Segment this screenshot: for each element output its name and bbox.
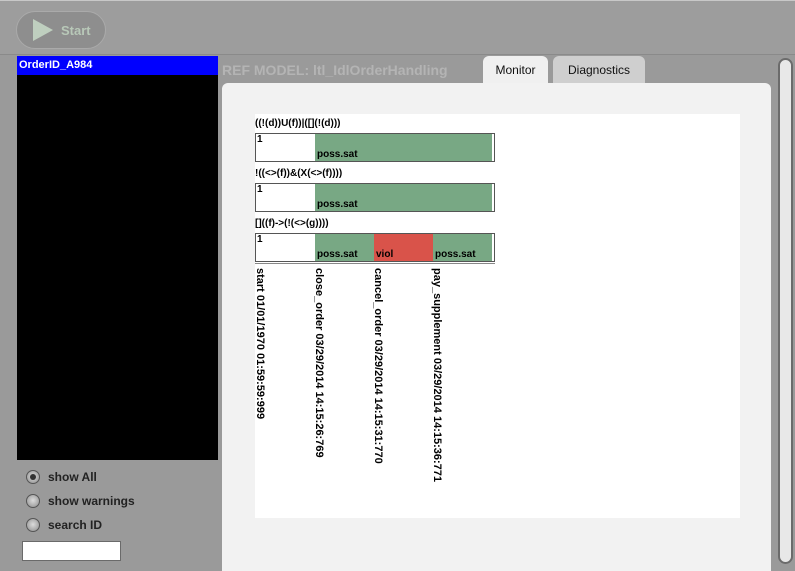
formula-timeline: 1 poss.sat xyxy=(255,133,495,162)
status-label: poss.sat xyxy=(317,249,358,260)
search-id-radio[interactable]: search ID xyxy=(26,515,102,535)
formula-label: !((<>(f))&(X(<>(f)))) xyxy=(255,168,343,179)
formula-timeline: 1 poss.sat viol poss.sat xyxy=(255,233,495,262)
status-segment: poss.sat xyxy=(433,234,492,261)
status-segment: viol xyxy=(374,234,433,261)
radio-icon[interactable] xyxy=(26,518,40,532)
order-list[interactable]: OrderID_A984 xyxy=(17,56,218,460)
event-label: start 01/01/1970 01:59:59:999 xyxy=(254,268,266,420)
show-warnings-radio[interactable]: show warnings xyxy=(26,491,135,511)
event-label: cancel_order 03/29/2014 14:15:31:770 xyxy=(372,268,384,464)
status-label: viol xyxy=(376,249,394,260)
status-segment: poss.sat xyxy=(315,234,374,261)
vertical-scrollbar[interactable] xyxy=(778,58,793,564)
show-all-radio[interactable]: show All xyxy=(26,467,97,487)
event-label: pay_supplement 03/29/2014 14:15:36:771 xyxy=(431,268,443,483)
status-label: poss.sat xyxy=(317,149,358,160)
order-list-item[interactable]: OrderID_A984 xyxy=(17,56,218,75)
ref-model-title: REF MODEL: ltl_IdlOrderHandling xyxy=(222,62,448,78)
toolbar: Start xyxy=(0,0,795,55)
status-segment: poss.sat xyxy=(315,184,492,211)
row-id: 1 xyxy=(257,134,263,145)
show-all-label: show All xyxy=(48,470,97,484)
row-id: 1 xyxy=(257,184,263,195)
play-icon xyxy=(33,19,53,41)
formula-label: []((f)->(!(<>(g)))) xyxy=(255,218,329,229)
status-label: poss.sat xyxy=(435,249,476,260)
event-label: close_order 03/29/2014 14:15:26:769 xyxy=(313,268,325,458)
start-button-label: Start xyxy=(61,22,91,38)
row-id: 1 xyxy=(257,234,263,245)
status-label: poss.sat xyxy=(317,199,358,210)
timeline-axis xyxy=(255,263,495,264)
search-id-input[interactable] xyxy=(22,541,121,561)
sidebar: OrderID_A984 show All show warnings sear… xyxy=(17,56,218,571)
radio-selected-icon[interactable] xyxy=(26,470,40,484)
formula-label: ((!(d))U(f))|([](!(d))) xyxy=(255,118,341,129)
tab-diagnostics[interactable]: Diagnostics xyxy=(553,56,645,84)
status-segment: poss.sat xyxy=(315,134,492,161)
start-button[interactable]: Start xyxy=(16,11,106,49)
search-id-label: search ID xyxy=(48,518,103,532)
show-warnings-label: show warnings xyxy=(48,494,135,508)
tab-monitor[interactable]: Monitor xyxy=(483,56,548,84)
formula-timeline: 1 poss.sat xyxy=(255,183,495,212)
radio-icon[interactable] xyxy=(26,494,40,508)
